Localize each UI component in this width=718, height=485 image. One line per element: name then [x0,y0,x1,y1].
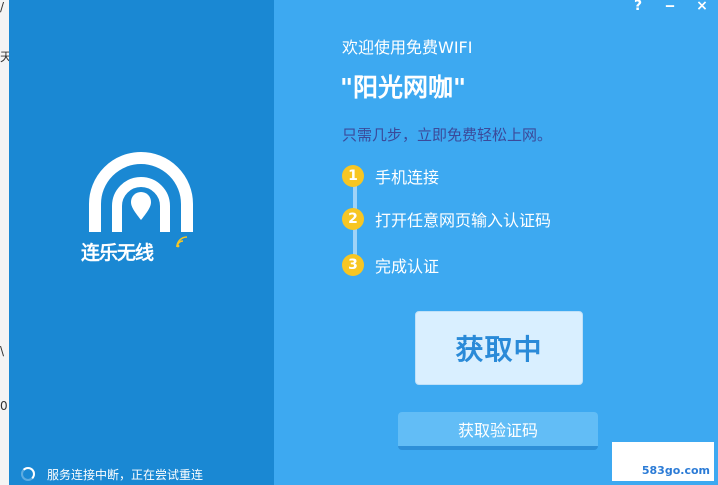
watermark-text: 583go.com [641,464,710,477]
close-button[interactable]: × [686,0,718,16]
instructions-subtitle: 只需几步，立即免费轻松上网。 [342,126,553,144]
status-text: 服务连接中断，正在尝试重连 [47,467,204,482]
background-text-fragment: \ [0,344,5,358]
step-number-badge: 1 [342,165,364,187]
signal-arch-icon [89,152,193,232]
wifi-app-window: 连乐无线 服务连接中断，正在尝试重连 ? ‒ × 欢迎使用免费WIFI "阳光网… [9,0,718,485]
step-item: 1 手机连接 [342,164,439,188]
step-label: 打开任意网页输入认证码 [375,211,552,230]
connection-status: 服务连接中断，正在尝试重连 [21,465,203,483]
fetching-status-button[interactable]: 获取中 [415,311,583,385]
main-panel: ? ‒ × 欢迎使用免费WIFI "阳光网咖" 只需几步，立即免费轻松上网。 1… [274,0,718,485]
watermark: 583go.com [612,442,714,481]
app-logo: 连乐无线 [81,142,201,267]
help-button[interactable]: ? [622,0,654,16]
step-label: 手机连接 [375,168,440,187]
loading-spinner-icon [21,467,35,481]
cafe-name-title: "阳光网咖" [340,73,467,102]
welcome-text: 欢迎使用免费WIFI [342,38,473,57]
step-number-badge: 3 [342,254,364,276]
background-text-fragment: / [0,0,5,14]
left-panel: 连乐无线 服务连接中断，正在尝试重连 [9,0,274,485]
get-verification-code-button[interactable]: 获取验证码 [398,412,598,450]
step-number-badge: 2 [342,208,364,230]
window-controls: ? ‒ × [622,0,718,16]
step-item: 3 完成认证 [342,253,439,277]
minimize-button[interactable]: ‒ [654,0,686,16]
wifi-signal-icon [176,236,188,248]
step-label: 完成认证 [375,257,440,276]
step-item: 2 打开任意网页输入认证码 [342,207,551,231]
background-text-fragment: 0 [0,399,8,413]
